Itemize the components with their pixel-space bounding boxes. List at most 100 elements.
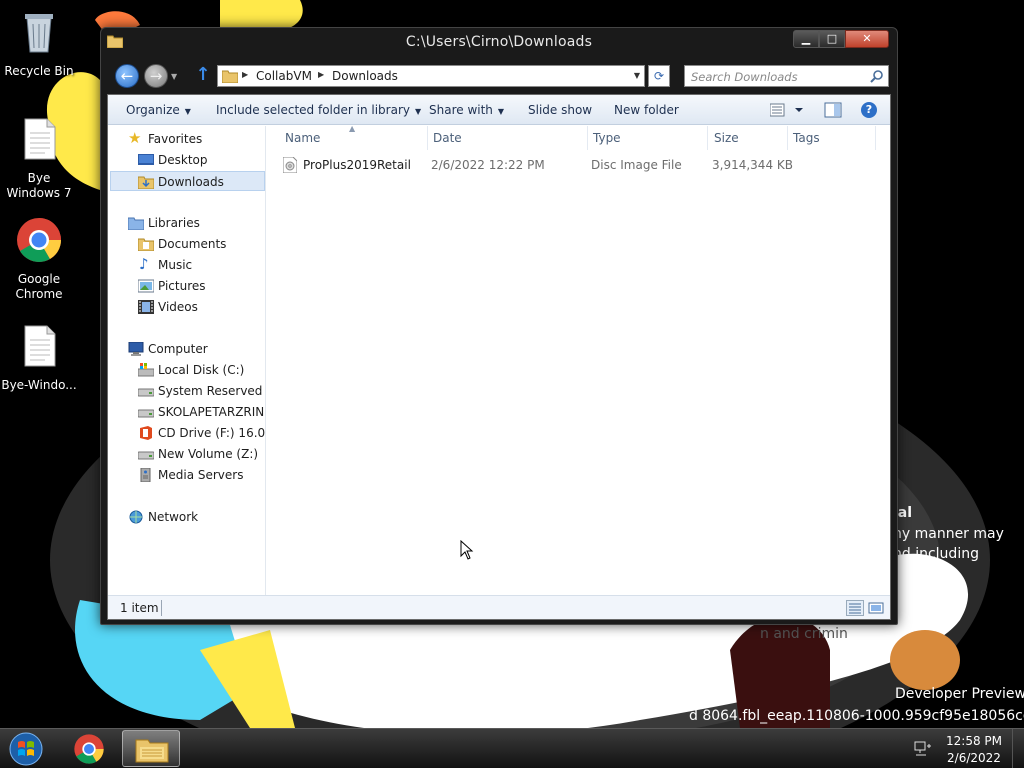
breadcrumb-downloads[interactable]: Downloads [332, 69, 398, 83]
nav-item-new-volume[interactable]: New Volume (Z:) [138, 444, 258, 464]
column-header-tags[interactable]: Tags [793, 131, 820, 145]
file-name: ProPlus2019Retail [303, 158, 411, 172]
organize-button[interactable]: Organize ▼ [126, 103, 191, 117]
start-button[interactable] [6, 731, 46, 767]
forward-button[interactable]: → [144, 64, 168, 88]
organize-label: Organize [126, 103, 180, 117]
desktop-icon [138, 154, 154, 165]
details-view-icon [849, 603, 861, 614]
column-header-type[interactable]: Type [593, 131, 621, 145]
chevron-down-icon: ▼ [184, 107, 191, 116]
include-library-label: Include selected folder in library [216, 103, 410, 117]
watermark-line: d 8064.fbl_eeap.110806-1000.959cf95e1805… [689, 708, 1024, 724]
watermark-line: se of [893, 566, 927, 582]
large-icons-view-button[interactable] [868, 600, 884, 616]
network-tray-icon[interactable] [914, 741, 932, 757]
file-type: Disc Image File [591, 158, 682, 172]
search-input[interactable] [691, 69, 867, 84]
change-view-button[interactable] [769, 102, 806, 118]
nav-item-media-servers[interactable]: Media Servers [138, 465, 243, 485]
file-size: 3,914,344 KB [712, 158, 793, 172]
nav-item-music[interactable]: ♪ Music [138, 255, 192, 275]
column-divider[interactable] [427, 126, 428, 150]
search-icon[interactable] [870, 69, 884, 83]
desktop-icon-recycle-bin[interactable]: Recycle Bin [0, 8, 78, 79]
windows-start-orb-icon [9, 732, 43, 766]
desktop-icon-label: Bye-Windo... [1, 378, 77, 392]
breadcrumb-collabvm[interactable]: CollabVM [256, 69, 312, 83]
computer-icon [128, 342, 144, 356]
explorer-client-area: Organize ▼ Include selected folder in lib… [107, 94, 891, 620]
show-desktop-button[interactable] [1012, 729, 1024, 768]
column-header-date[interactable]: Date [433, 131, 462, 145]
search-box[interactable] [684, 65, 889, 87]
nav-item-network[interactable]: Network [128, 507, 198, 527]
back-button[interactable]: ← [115, 64, 139, 88]
preview-pane-icon [824, 102, 842, 118]
nav-item-desktop[interactable]: Desktop [138, 150, 208, 170]
share-with-button[interactable]: Share with ▼ [429, 103, 504, 117]
details-view-button[interactable] [846, 600, 864, 616]
clock-date[interactable]: 2/6/2022 [946, 751, 1002, 765]
nav-item-computer[interactable]: Computer [128, 339, 208, 359]
nav-item-label: CD Drive (F:) 16.0.14 [158, 426, 266, 440]
nav-item-pictures[interactable]: Pictures [138, 276, 206, 296]
taskbar-explorer-button[interactable] [122, 730, 180, 767]
file-row[interactable]: ProPlus2019Retail 2/6/2022 12:22 PM Disc… [277, 154, 797, 176]
recent-pages-button[interactable]: ▼ [171, 72, 181, 81]
desktop-icon-bye-windows-7[interactable]: Bye Windows 7 [0, 115, 78, 201]
status-bar: 1 item [108, 595, 890, 619]
column-header-size[interactable]: Size [714, 131, 739, 145]
address-dropdown-button[interactable]: ▼ [630, 68, 644, 84]
nav-item-label: Desktop [158, 153, 208, 167]
preview-pane-button[interactable] [824, 101, 842, 119]
maximize-button[interactable]: □ [819, 30, 845, 48]
minimize-button[interactable]: ▁ [793, 30, 819, 48]
up-button[interactable]: ↑ [193, 66, 213, 86]
taskbar-chrome-button[interactable] [60, 730, 118, 767]
refresh-button[interactable]: ⟳ [648, 65, 670, 87]
nav-item-system-reserved[interactable]: System Reserved (D: [138, 381, 265, 401]
include-in-library-button[interactable]: Include selected folder in library ▼ [216, 103, 421, 117]
new-folder-button[interactable]: New folder [614, 103, 679, 117]
desktop-icon-bye-windows-file[interactable]: Bye-Windo... [0, 322, 78, 393]
nav-item-local-disk[interactable]: Local Disk (C:) [138, 360, 244, 380]
nav-item-downloads[interactable]: Downloads [110, 171, 265, 191]
slide-show-label: Slide show [528, 103, 593, 117]
explorer-window[interactable]: C:\Users\Cirno\Downloads ▁ □ ✕ ← → ▼ ↑ ▶ [100, 27, 898, 625]
nav-item-skola-drive[interactable]: SKOLAPETARZRINSI [138, 402, 266, 422]
windows-explorer-icon [135, 739, 169, 763]
help-button[interactable]: ? [861, 102, 877, 118]
nav-item-videos[interactable]: Videos [138, 297, 198, 317]
column-divider[interactable] [587, 126, 588, 150]
column-header-name[interactable]: Name [285, 131, 320, 145]
refresh-icon: ⟳ [653, 69, 665, 83]
clock-time[interactable]: 12:58 PM [946, 734, 1002, 748]
breadcrumb-arrow-icon[interactable]: ▶ [318, 70, 324, 79]
title-bar[interactable]: C:\Users\Cirno\Downloads ▁ □ ✕ [101, 28, 897, 60]
slide-show-button[interactable]: Slide show [528, 103, 592, 117]
desktop-icon-google-chrome[interactable]: Google Chrome [0, 216, 78, 302]
address-bar[interactable]: ▶ CollabVM ▶ Downloads ▼ [217, 65, 645, 87]
new-folder-label: New folder [614, 103, 679, 117]
nav-item-label: SKOLAPETARZRINSI [158, 405, 266, 419]
nav-item-label: Pictures [158, 279, 206, 293]
column-divider[interactable] [875, 126, 876, 150]
text-file-icon [24, 118, 56, 160]
folder-icon [222, 70, 238, 83]
nav-item-label: Documents [158, 237, 227, 251]
close-button[interactable]: ✕ [845, 30, 889, 48]
column-divider[interactable] [787, 126, 788, 150]
nav-item-documents[interactable]: Documents [138, 234, 226, 254]
network-icon [129, 510, 143, 524]
command-bar: Organize ▼ Include selected folder in lib… [108, 95, 890, 125]
file-list[interactable]: ▲ Name Date Type Size Tags ProPlus2019Re… [267, 124, 890, 595]
nav-item-cd-drive[interactable]: CD Drive (F:) 16.0.14 [138, 423, 266, 443]
nav-item-favorites[interactable]: ★ Favorites [128, 129, 202, 149]
column-headers: ▲ Name Date Type Size Tags [267, 124, 890, 150]
breadcrumb-arrow-icon[interactable]: ▶ [242, 70, 248, 79]
column-divider[interactable] [707, 126, 708, 150]
nav-item-libraries[interactable]: Libraries [128, 213, 200, 233]
forward-arrow-icon: → [149, 67, 163, 85]
chrome-icon [74, 734, 104, 764]
